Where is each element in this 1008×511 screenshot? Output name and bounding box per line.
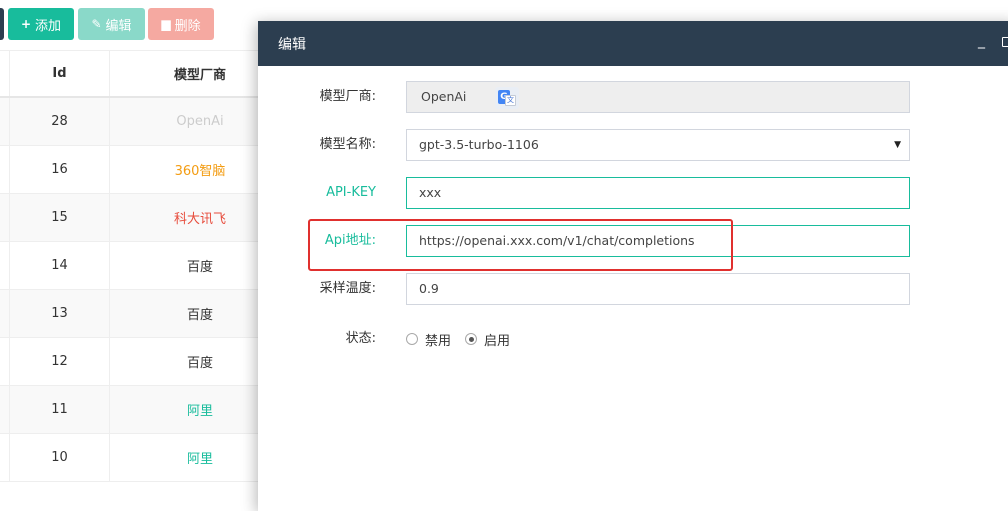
cell-id: 10 bbox=[10, 434, 110, 481]
vendor-row: 模型厂商: OpenAi G文 bbox=[258, 81, 1008, 113]
row-checkbox[interactable] bbox=[0, 338, 10, 385]
table-row[interactable]: 12 百度 bbox=[0, 338, 258, 386]
radio-checked-icon[interactable] bbox=[465, 333, 478, 345]
model-row: 模型名称: gpt-3.5-turbo-1106 ▼ bbox=[258, 129, 1008, 161]
toolbar: + 添加 ✎ 编辑 ▆ 删除 bbox=[0, 0, 258, 50]
cell-id: 28 bbox=[10, 98, 110, 145]
api-key-label: API-KEY bbox=[326, 185, 376, 200]
table-row[interactable]: 14 百度 bbox=[0, 242, 258, 290]
add-button[interactable]: + 添加 bbox=[8, 8, 74, 40]
edit-button[interactable]: ✎ 编辑 bbox=[78, 8, 145, 40]
table-row[interactable]: 11 阿里 bbox=[0, 386, 258, 434]
translate-icon[interactable]: G文 bbox=[495, 87, 519, 109]
pencil-icon: ✎ bbox=[91, 17, 102, 31]
row-checkbox[interactable] bbox=[0, 386, 10, 433]
row-checkbox[interactable] bbox=[0, 434, 10, 481]
table-header: Id 模型厂商 bbox=[0, 50, 258, 98]
delete-button[interactable]: ▆ 删除 bbox=[148, 8, 214, 40]
caret-down-icon: ▼ bbox=[894, 140, 901, 150]
model-label: 模型名称: bbox=[319, 137, 376, 152]
model-select-value: gpt-3.5-turbo-1106 bbox=[419, 137, 539, 152]
edit-button-label: 编辑 bbox=[105, 18, 132, 34]
vendor-field: OpenAi G文 bbox=[406, 81, 910, 113]
cell-id: 15 bbox=[10, 194, 110, 241]
plus-icon: + bbox=[20, 17, 32, 31]
api-key-row: API-KEY xxx bbox=[258, 177, 1008, 209]
modal-header: 编辑 _ bbox=[258, 21, 1008, 66]
vendor-value: OpenAi bbox=[421, 89, 467, 104]
checkbox-column-header[interactable] bbox=[0, 51, 10, 96]
status-option-enabled-label: 启用 bbox=[484, 333, 511, 349]
model-table: Id 模型厂商 28 OpenAi 16 360智脑 15 科大讯飞 14 百度 13 百度 12 百… bbox=[0, 50, 258, 482]
radio-icon[interactable] bbox=[406, 333, 418, 345]
status-row: 状态: 禁用 启用 bbox=[258, 323, 1008, 355]
column-header-id[interactable]: Id bbox=[10, 51, 110, 96]
status-radio-group: 禁用 启用 bbox=[406, 323, 524, 355]
api-key-input[interactable]: xxx bbox=[406, 177, 910, 209]
highlight-annotation-box bbox=[308, 219, 733, 271]
cell-id: 14 bbox=[10, 242, 110, 289]
status-label: 状态: bbox=[345, 331, 376, 346]
modal-title: 编辑 bbox=[278, 36, 306, 53]
minimize-icon[interactable]: _ bbox=[978, 33, 985, 49]
status-option-enabled[interactable]: 启用 bbox=[465, 330, 510, 349]
cell-id: 16 bbox=[10, 146, 110, 193]
status-option-disabled[interactable]: 禁用 bbox=[406, 330, 451, 349]
delete-button-label: 删除 bbox=[174, 18, 201, 34]
table-row[interactable]: 28 OpenAi bbox=[0, 98, 258, 146]
row-checkbox[interactable] bbox=[0, 242, 10, 289]
table-row[interactable]: 13 百度 bbox=[0, 290, 258, 338]
vendor-label: 模型厂商: bbox=[319, 89, 376, 104]
cell-id: 11 bbox=[10, 386, 110, 433]
add-button-label: 添加 bbox=[35, 18, 62, 34]
maximize-icon[interactable] bbox=[1002, 37, 1008, 47]
row-checkbox[interactable] bbox=[0, 290, 10, 337]
row-checkbox[interactable] bbox=[0, 98, 10, 145]
temperature-row: 采样温度: 0.9 bbox=[258, 273, 1008, 305]
cell-id: 13 bbox=[10, 290, 110, 337]
row-checkbox[interactable] bbox=[0, 146, 10, 193]
temperature-input[interactable]: 0.9 bbox=[406, 273, 910, 305]
table-row[interactable]: 10 阿里 bbox=[0, 434, 258, 482]
temperature-label: 采样温度: bbox=[319, 281, 376, 296]
row-checkbox[interactable] bbox=[0, 194, 10, 241]
toolbar-left-button-edge[interactable] bbox=[0, 8, 4, 40]
table-row[interactable]: 16 360智脑 bbox=[0, 146, 258, 194]
model-select[interactable]: gpt-3.5-turbo-1106 ▼ bbox=[406, 129, 910, 161]
table-row[interactable]: 15 科大讯飞 bbox=[0, 194, 258, 242]
status-option-disabled-label: 禁用 bbox=[425, 333, 452, 349]
edit-modal: 编辑 _ 模型厂商: OpenAi G文 模型名称: gpt-3.5-turbo… bbox=[258, 21, 1008, 511]
cell-id: 12 bbox=[10, 338, 110, 385]
trash-icon: ▆ bbox=[161, 17, 171, 31]
